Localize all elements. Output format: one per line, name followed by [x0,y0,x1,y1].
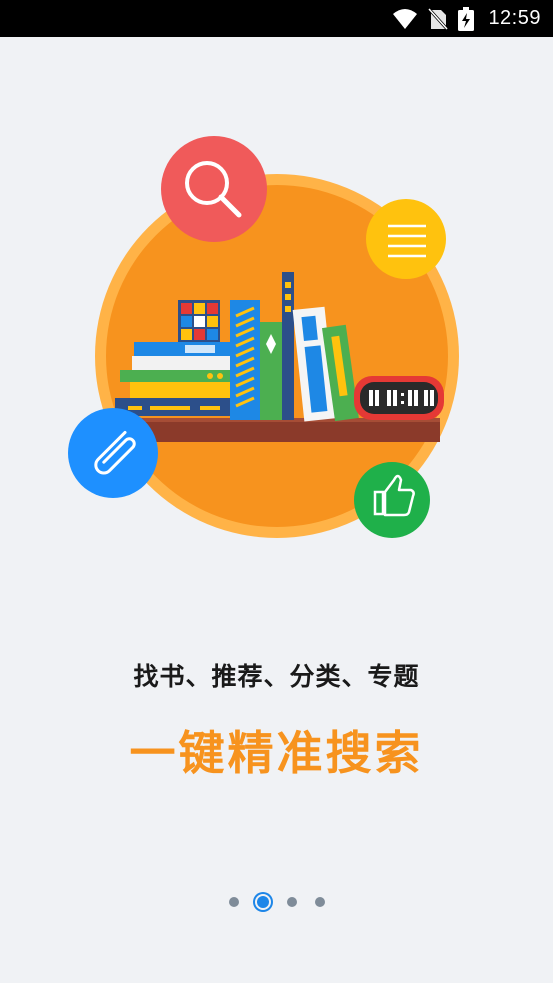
no-sim-icon [428,7,449,30]
status-time: 12:59 [488,7,541,29]
paperclip-icon [68,408,158,498]
wifi-icon [393,8,418,29]
page-dot-3[interactable] [286,897,297,907]
search-icon [161,136,267,242]
page-dot-2-active[interactable] [256,896,269,908]
status-bar: 12:59 [0,0,553,37]
page-indicator [0,896,553,908]
thumbs-up-icon [354,462,430,538]
list-icon [366,199,446,279]
feature-title: 一键精准搜索 [129,726,424,780]
feature-subtitle: 找书、推荐、分类、专题 [133,662,420,691]
hero-illustration [60,130,480,550]
page-dot-1[interactable] [228,897,239,907]
battery-charging-icon [458,6,475,31]
page-dot-4[interactable] [314,897,325,907]
